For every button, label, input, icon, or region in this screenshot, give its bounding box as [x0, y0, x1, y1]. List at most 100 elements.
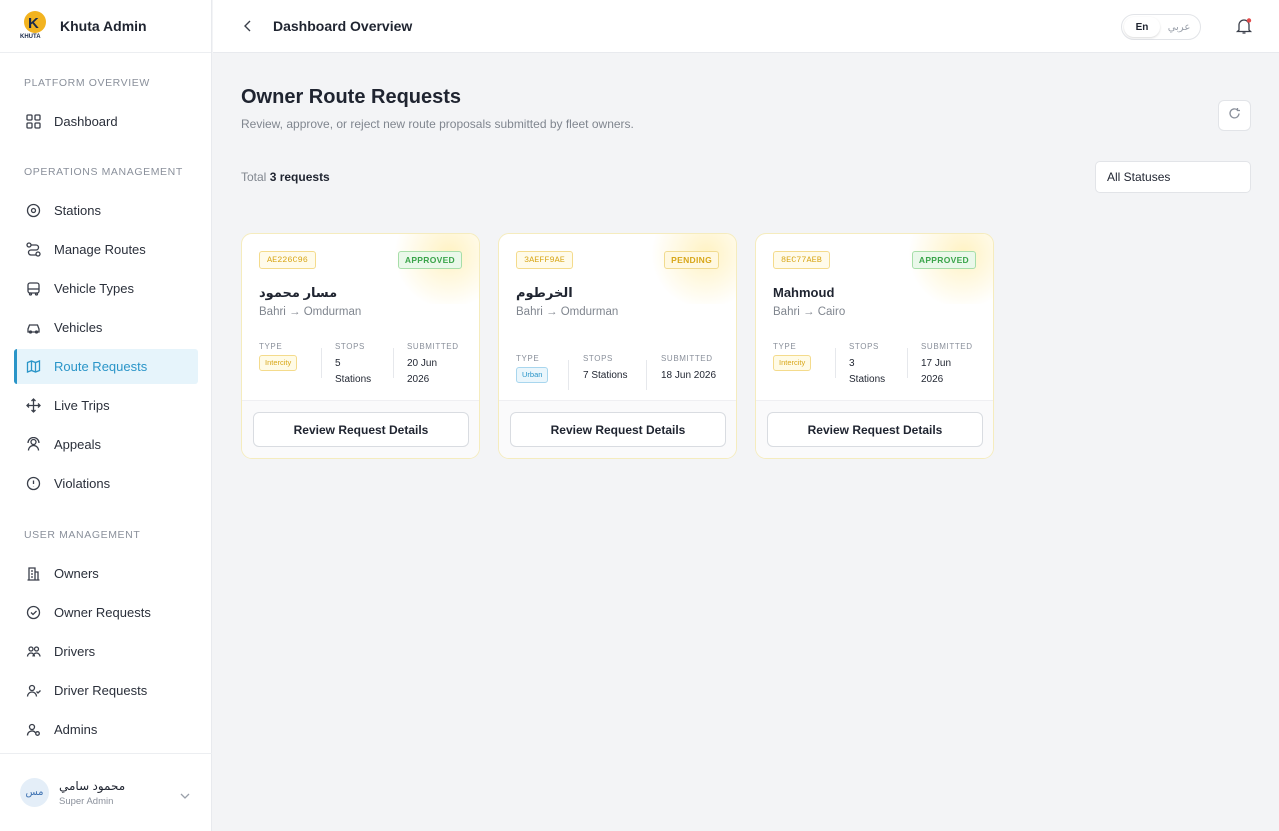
- divider: [907, 348, 908, 378]
- sidebar-item-dashboard[interactable]: Dashboard: [14, 104, 198, 139]
- total-count: Total 3 requests: [241, 170, 330, 184]
- sidebar-item-admins[interactable]: Admins: [14, 712, 198, 747]
- building-icon: [25, 565, 42, 582]
- sidebar-item-vehicle-types[interactable]: Vehicle Types: [14, 271, 198, 306]
- meta-label: STOPS: [335, 342, 365, 351]
- route-path: Bahri → Omdurman: [259, 306, 362, 318]
- stops-line1: 3: [849, 358, 855, 369]
- section-title-operations: OPERATIONS MANAGEMENT: [24, 166, 183, 178]
- review-request-button[interactable]: Review Request Details: [767, 412, 983, 447]
- route-path: Bahri → Cairo: [773, 306, 846, 318]
- route-name: Mahmoud: [773, 285, 835, 300]
- meta-submitted: SUBMITTED 20 Jun 2026: [407, 342, 459, 388]
- sidebar-item-live-trips[interactable]: Live Trips: [14, 388, 198, 423]
- meta-label: SUBMITTED: [661, 354, 713, 363]
- language-toggle[interactable]: En عربي: [1121, 14, 1201, 40]
- status-filter-select[interactable]: All Statuses: [1095, 161, 1251, 193]
- back-icon[interactable]: [241, 18, 255, 34]
- divider: [646, 360, 647, 390]
- date-line2: 2026: [407, 374, 430, 385]
- route-path: Bahri → Omdurman: [516, 306, 619, 318]
- sidebar-item-label: Vehicle Types: [54, 281, 134, 296]
- sidebar-item-label: Admins: [54, 722, 98, 737]
- user-menu[interactable]: مس محمود سامي Super Admin: [0, 753, 212, 831]
- meta-type: TYPE Urban: [516, 354, 583, 384]
- divider: [835, 348, 836, 378]
- map-pin-icon: [25, 202, 42, 219]
- section-title-platform: PLATFORM OVERVIEW: [24, 77, 150, 89]
- sidebar-item-route-requests[interactable]: Route Requests: [14, 349, 198, 384]
- brand-logo: K KHUTA: [20, 9, 50, 43]
- submitted-value: 17 Jun 2026: [921, 356, 973, 388]
- meta-label: TYPE: [773, 342, 797, 351]
- submitted-value: 18 Jun 2026: [661, 370, 717, 381]
- sidebar-item-label: Violations: [54, 476, 111, 491]
- sidebar-item-label: Drivers: [54, 644, 96, 659]
- page-title: Owner Route Requests: [241, 86, 462, 108]
- divider: [321, 348, 322, 378]
- review-request-button[interactable]: Review Request Details: [510, 412, 726, 447]
- meta-stops: STOPS 3 Stations: [849, 342, 921, 388]
- lang-en-option[interactable]: En: [1124, 17, 1160, 37]
- sidebar-item-label: Driver Requests: [54, 683, 148, 698]
- bell-icon[interactable]: [1235, 17, 1253, 35]
- stops-value: 7 Stations: [583, 370, 628, 381]
- sidebar-item-driver-requests[interactable]: Driver Requests: [14, 673, 198, 708]
- route-name: الخرطوم: [516, 285, 573, 300]
- sidebar-item-owner-requests[interactable]: Owner Requests: [14, 595, 198, 630]
- sidebar-item-label: Route Requests: [54, 359, 148, 374]
- sidebar-item-label: Dashboard: [54, 114, 118, 129]
- sidebar-item-drivers[interactable]: Drivers: [14, 634, 198, 669]
- card-footer: Review Request Details: [756, 400, 993, 458]
- sidebar-item-appeals[interactable]: Appeals: [14, 427, 198, 462]
- meta-label: SUBMITTED: [407, 342, 459, 351]
- stops-value: 3 Stations: [849, 356, 921, 388]
- sidebar-item-manage-routes[interactable]: Manage Routes: [14, 232, 198, 267]
- date-line2: 2026: [921, 374, 944, 385]
- lang-ar-option[interactable]: عربي: [1160, 22, 1198, 33]
- svg-text:K: K: [28, 15, 39, 32]
- date-line1: 17 Jun: [921, 358, 952, 369]
- meta-stops: STOPS 7 Stations: [583, 354, 661, 384]
- meta-label: STOPS: [849, 342, 879, 351]
- map-icon: [25, 358, 42, 375]
- sidebar-item-label: Vehicles: [54, 320, 103, 335]
- route-request-card: 8EC77AEB APPROVED Mahmoud Bahri → Cairo …: [755, 233, 994, 459]
- route-icon: [25, 241, 42, 258]
- route-request-card: 3AEFF9AE PENDING الخرطوم Bahri → Omdurma…: [498, 233, 737, 459]
- sidebar-item-owners[interactable]: Owners: [14, 556, 198, 591]
- sidebar-item-label: Owners: [54, 566, 99, 581]
- brand[interactable]: K KHUTA Khuta Admin: [0, 0, 211, 53]
- stops-line2: Stations: [849, 374, 886, 385]
- refresh-button[interactable]: [1218, 100, 1251, 131]
- request-code-badge: 8EC77AEB: [773, 251, 830, 269]
- meta-label: SUBMITTED: [921, 342, 973, 351]
- type-tag: Intercity: [773, 355, 812, 371]
- route-meta: TYPE Intercity STOPS 3 Stations SUBMITTED…: [773, 342, 978, 388]
- status-badge: APPROVED: [911, 251, 976, 269]
- request-code-badge: AE226C96: [259, 251, 316, 269]
- total-value: 3 requests: [269, 170, 330, 184]
- meta-label: TYPE: [259, 342, 283, 351]
- sidebar-item-vehicles[interactable]: Vehicles: [14, 310, 198, 345]
- sidebar-item-label: Manage Routes: [54, 242, 146, 257]
- chevron-down-icon[interactable]: [180, 786, 190, 804]
- sidebar-item-stations[interactable]: Stations: [14, 193, 198, 228]
- card-footer: Review Request Details: [242, 400, 479, 458]
- move-icon: [25, 397, 42, 414]
- sidebar: K KHUTA Khuta Admin PLATFORM OVERVIEW Da…: [0, 0, 212, 831]
- type-tag: Intercity: [259, 355, 298, 371]
- type-tag: Urban: [516, 367, 549, 383]
- page-subtitle: Review, approve, or reject new route pro…: [241, 117, 634, 131]
- sidebar-item-violations[interactable]: Violations: [14, 466, 198, 501]
- avatar: مس: [20, 778, 49, 807]
- meta-label: STOPS: [583, 354, 613, 363]
- users-icon: [25, 643, 42, 660]
- meta-submitted: SUBMITTED 18 Jun 2026: [661, 354, 716, 384]
- divider: [393, 348, 394, 378]
- date-line1: 20 Jun: [407, 358, 438, 369]
- review-request-button[interactable]: Review Request Details: [253, 412, 469, 447]
- divider: [568, 360, 569, 390]
- submitted-value: 20 Jun 2026: [407, 356, 459, 388]
- card-footer: Review Request Details: [499, 400, 736, 458]
